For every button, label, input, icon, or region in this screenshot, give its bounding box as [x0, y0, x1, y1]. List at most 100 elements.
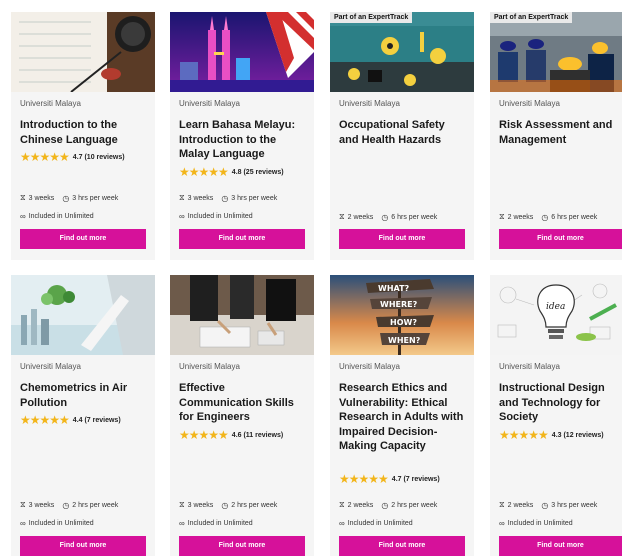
university-name: Universiti Malaya: [179, 362, 240, 371]
course-thumbnail[interactable]: [170, 275, 314, 355]
course-title[interactable]: Introduction to the Chinese Language: [20, 118, 148, 147]
course-title[interactable]: Research Ethics and Vulnerability: Ethic…: [339, 381, 467, 454]
clock-icon: ◷: [541, 212, 549, 222]
hourglass-icon: ⧖: [339, 500, 345, 509]
course-thumbnail[interactable]: [170, 12, 314, 92]
hourglass-icon: ⧖: [339, 212, 345, 221]
unlimited-label: ∞ Included in Unlimited: [179, 519, 253, 528]
infinity-icon: ∞: [179, 519, 185, 528]
course-rating: ★★★★★ 4.6 (11 reviews): [179, 429, 283, 441]
unlimited-label: ∞ Included in Unlimited: [179, 212, 253, 221]
hourglass-icon: ⧖: [179, 193, 185, 202]
clock-icon: ◷: [381, 212, 389, 222]
hourglass-icon: ⧖: [20, 193, 26, 202]
course-meta: ⧖ 2 weeks ◷ 6 hrs per week: [499, 212, 605, 222]
course-duration: 3 weeks: [187, 194, 214, 202]
course-thumbnail[interactable]: Part of an ExpertTrack: [330, 12, 474, 92]
infinity-icon: ∞: [179, 212, 185, 221]
rating-text: 4.4 (7 reviews): [72, 416, 121, 424]
course-card[interactable]: Part of an ExpertTrack Universiti Malaya…: [330, 12, 474, 260]
course-card[interactable]: Part of an ExpertTrack Universiti Malaya…: [490, 12, 622, 260]
clock-icon: ◷: [62, 193, 70, 203]
course-card[interactable]: WHAT? WHERE? HOW? WHEN? Universiti Malay…: [330, 275, 474, 556]
course-effort: 2 hrs per week: [72, 501, 119, 509]
university-name: Universiti Malaya: [499, 99, 560, 108]
unlimited-label: ∞ Included in Unlimited: [20, 212, 94, 221]
course-rating: ★★★★★ 4.7 (7 reviews): [339, 473, 440, 485]
course-thumbnail[interactable]: [11, 275, 155, 355]
course-effort: 6 hrs per week: [551, 213, 598, 221]
course-title[interactable]: Risk Assessment and Management: [499, 118, 622, 147]
find-out-more-button[interactable]: Find out more: [499, 229, 622, 249]
course-meta: ⧖ 3 weeks ◷ 3 hrs per week: [20, 193, 126, 203]
idea-text: idea: [546, 302, 565, 312]
course-grid: Universiti Malaya Introduction to the Ch…: [0, 0, 622, 556]
university-name: Universiti Malaya: [339, 99, 400, 108]
star-rating-icon: ★★★★★: [179, 165, 229, 179]
expert-track-badge: Part of an ExpertTrack: [490, 12, 573, 23]
course-title[interactable]: Occupational Safety and Health Hazards: [339, 118, 467, 147]
course-duration: 3 weeks: [187, 501, 214, 509]
unlimited-label: ∞ Included in Unlimited: [499, 519, 573, 528]
course-title[interactable]: Effective Communication Skills for Engin…: [179, 381, 307, 425]
course-rating: ★★★★★ 4.8 (25 reviews): [179, 166, 284, 178]
course-duration: 2 weeks: [507, 213, 534, 221]
course-duration: 3 weeks: [28, 501, 55, 509]
find-out-more-button[interactable]: Find out more: [339, 536, 465, 556]
hourglass-icon: ⧖: [20, 500, 26, 509]
course-meta: ⧖ 2 weeks ◷ 3 hrs per week: [499, 500, 605, 510]
find-out-more-button[interactable]: Find out more: [20, 536, 146, 556]
unlimited-label: ∞ Included in Unlimited: [339, 519, 413, 528]
star-rating-icon: ★★★★★: [339, 472, 389, 486]
course-card[interactable]: Universiti Malaya Chemometrics in Air Po…: [11, 275, 155, 556]
university-name: Universiti Malaya: [179, 99, 240, 108]
course-rating: ★★★★★ 4.3 (12 reviews): [499, 429, 604, 441]
course-effort: 3 hrs per week: [231, 194, 278, 202]
hourglass-icon: ⧖: [499, 212, 505, 221]
course-card[interactable]: Universiti Malaya Introduction to the Ch…: [11, 12, 155, 260]
star-rating-icon: ★★★★★: [179, 428, 229, 442]
find-out-more-button[interactable]: Find out more: [179, 229, 305, 249]
find-out-more-button[interactable]: Find out more: [20, 229, 146, 249]
course-meta: ⧖ 2 weeks ◷ 6 hrs per week: [339, 212, 445, 222]
course-title[interactable]: Instructional Design and Technology for …: [499, 381, 622, 425]
course-meta: ⧖ 3 weeks ◷ 2 hrs per week: [179, 500, 285, 510]
course-thumbnail[interactable]: idea: [490, 275, 622, 355]
university-name: Universiti Malaya: [20, 99, 81, 108]
unlimited-label: ∞ Included in Unlimited: [20, 519, 94, 528]
infinity-icon: ∞: [499, 519, 505, 528]
course-thumbnail[interactable]: Part of an ExpertTrack: [490, 12, 622, 92]
university-name: Universiti Malaya: [499, 362, 560, 371]
find-out-more-button[interactable]: Find out more: [339, 229, 465, 249]
course-card[interactable]: Universiti Malaya Effective Communicatio…: [170, 275, 314, 556]
course-effort: 2 hrs per week: [231, 501, 278, 509]
course-effort: 3 hrs per week: [72, 194, 119, 202]
course-effort: 3 hrs per week: [551, 501, 598, 509]
course-duration: 2 weeks: [347, 501, 374, 509]
clock-icon: ◷: [541, 500, 549, 510]
clock-icon: ◷: [62, 500, 70, 510]
star-rating-icon: ★★★★★: [20, 413, 70, 427]
rating-text: 4.6 (11 reviews): [231, 431, 284, 439]
course-card[interactable]: idea Universiti Malaya Instructional Des…: [490, 275, 622, 556]
course-title[interactable]: Learn Bahasa Melayu: Introduction to the…: [179, 118, 307, 162]
course-title[interactable]: Chemometrics in Air Pollution: [20, 381, 148, 410]
course-thumbnail[interactable]: WHAT? WHERE? HOW? WHEN?: [330, 275, 474, 355]
course-rating: ★★★★★ 4.4 (7 reviews): [20, 414, 121, 426]
hourglass-icon: ⧖: [179, 500, 185, 509]
infinity-icon: ∞: [339, 519, 345, 528]
star-rating-icon: ★★★★★: [499, 428, 549, 442]
rating-text: 4.7 (10 reviews): [72, 153, 125, 161]
course-duration: 3 weeks: [28, 194, 55, 202]
course-thumbnail[interactable]: [11, 12, 155, 92]
clock-icon: ◷: [221, 500, 229, 510]
signpost-what: WHAT?: [378, 284, 410, 293]
signpost-when: WHEN?: [388, 336, 421, 345]
infinity-icon: ∞: [20, 212, 26, 221]
clock-icon: ◷: [221, 193, 229, 203]
find-out-more-button[interactable]: Find out more: [499, 536, 622, 556]
course-duration: 2 weeks: [507, 501, 534, 509]
find-out-more-button[interactable]: Find out more: [179, 536, 305, 556]
course-card[interactable]: Universiti Malaya Learn Bahasa Melayu: I…: [170, 12, 314, 260]
infinity-icon: ∞: [20, 519, 26, 528]
